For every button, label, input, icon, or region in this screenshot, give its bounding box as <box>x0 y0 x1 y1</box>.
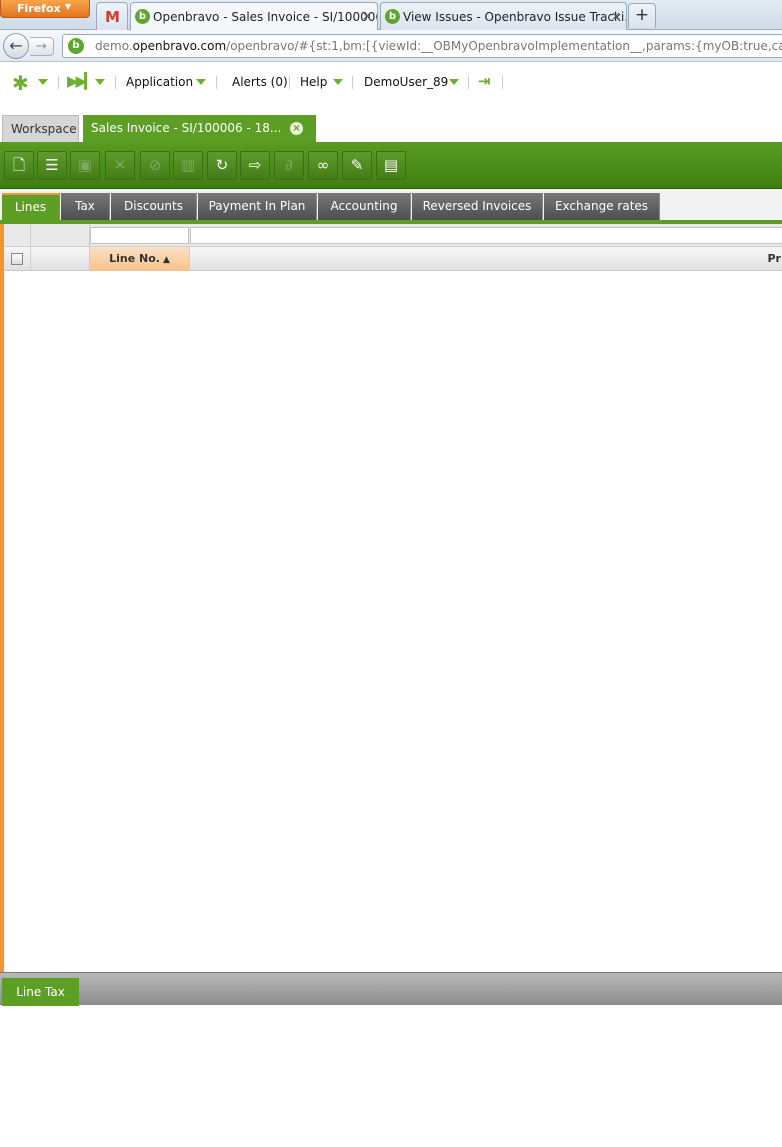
link-button[interactable]: ∞ <box>308 151 338 180</box>
url-host: openbravo.com <box>132 39 227 53</box>
tab-tax[interactable]: Tax <box>61 193 110 220</box>
browser-nav-bar: ← → b demo.openbravo.com/openbravo/#{st:… <box>0 30 782 62</box>
site-identity-icon[interactable]: b <box>68 38 84 54</box>
chevron-down-icon: ▼ <box>65 2 72 11</box>
grid-filter-row <box>4 224 782 247</box>
audit-trail-icon: ✎ <box>350 156 364 174</box>
cancel-icon: ✕ <box>113 156 127 174</box>
tab-payment-in-plan[interactable]: Payment In Plan <box>198 193 317 220</box>
browser-tab-title: Openbravo - Sales Invoice - SI/100006... <box>153 10 378 24</box>
back-button[interactable]: ← <box>3 33 29 59</box>
tab-line-tax[interactable]: Line Tax <box>2 978 79 1006</box>
chevron-down-icon[interactable] <box>333 79 343 85</box>
separator <box>216 76 217 89</box>
logout-icon[interactable]: ⇥ <box>478 72 491 90</box>
chevron-down-icon[interactable] <box>95 79 105 85</box>
save-close-button[interactable]: ✕ <box>105 151 135 180</box>
undo-icon: ⊘ <box>148 156 162 174</box>
separator <box>352 76 353 89</box>
firefox-menu-button[interactable]: Firefox ▼ <box>0 0 90 18</box>
product-header-label: Pr <box>767 252 782 265</box>
save-button[interactable]: ▣ <box>70 151 100 180</box>
separator <box>502 76 503 89</box>
workspace-tab-bar: Workspace Sales Invoice - SI/100006 - 18… <box>0 104 782 142</box>
separator <box>289 76 290 89</box>
tab-lines[interactable]: Lines <box>2 193 60 220</box>
tab-discounts[interactable]: Discounts <box>111 193 197 220</box>
openbravo-nav-bar: ✱ ▶▶▎ Application Alerts (0) Help DemoUs… <box>0 62 782 104</box>
separator <box>115 76 116 89</box>
firefox-menu-label: Firefox <box>17 2 61 15</box>
new-document-button[interactable]: 🗋 <box>4 151 34 180</box>
new-row-icon: ☰ <box>45 156 59 174</box>
new-document-icon: 🗋 <box>12 156 26 174</box>
product-filter-input[interactable] <box>190 227 782 244</box>
tab-reversed-invoices[interactable]: Reversed Invoices <box>412 193 543 220</box>
link-icon: ∞ <box>316 156 330 174</box>
alerts-link[interactable]: Alerts (0) <box>232 75 288 89</box>
url-path: /openbravo/#{st:1,bm:[{viewId:__OBMyOpen… <box>226 39 782 53</box>
lines-grid: Line No. ▲ Pr <box>0 224 782 972</box>
delete-button[interactable]: ▥ <box>173 151 203 180</box>
tab-workspace[interactable]: Workspace <box>2 115 79 142</box>
child-tab-bar: Lines Tax Discounts Payment In Plan Acco… <box>0 189 782 224</box>
chevron-down-icon[interactable] <box>449 79 459 85</box>
separator <box>58 76 59 89</box>
chevron-down-icon[interactable] <box>38 79 48 85</box>
line-no-header-label: Line No. <box>109 252 160 265</box>
new-row-button[interactable]: ☰ <box>37 151 67 180</box>
browser-tab-strip: Firefox ▼ M b Openbravo - Sales Invoice … <box>0 0 782 30</box>
help-menu[interactable]: Help <box>300 75 327 89</box>
openbravo-favicon-icon: b <box>385 9 400 24</box>
separator <box>468 76 469 89</box>
url-bar[interactable]: b demo.openbravo.com/openbravo/#{st:1,bm… <box>62 34 782 58</box>
refresh-icon: ↻ <box>215 156 229 174</box>
chevron-down-icon[interactable] <box>196 79 206 85</box>
product-column-header[interactable]: Pr <box>190 247 782 271</box>
quick-launch-icon[interactable]: ▶▶▎ <box>67 72 96 90</box>
save-icon: ▣ <box>77 156 93 174</box>
gmail-icon: M <box>105 8 120 26</box>
tab-exchange-rates[interactable]: Exchange rates <box>544 193 660 220</box>
sort-ascending-icon: ▲ <box>162 255 170 265</box>
export-icon: ⇨ <box>248 156 262 174</box>
select-all-cell <box>4 247 31 271</box>
window-toolbar: 🗋 ☰ ▣ ✕ ⊘ ▥ ↻ ⇨ ∂ ∞ ✎ ▤ <box>0 142 782 189</box>
browser-tab-view-issues[interactable]: b View Issues - Openbravo Issue Tracki..… <box>380 2 627 30</box>
close-tab-icon[interactable]: × <box>611 9 621 23</box>
grid-header-row: Line No. ▲ Pr <box>4 247 782 271</box>
user-profile-menu[interactable]: DemoUser_89 <box>364 75 448 89</box>
select-all-checkbox[interactable] <box>11 253 23 265</box>
filter-cell-actions <box>31 224 90 247</box>
new-tab-button[interactable]: + <box>628 3 656 28</box>
refresh-button[interactable]: ↻ <box>207 151 237 180</box>
audit-button[interactable]: ✎ <box>342 151 372 180</box>
undo-button[interactable]: ⊘ <box>140 151 170 180</box>
browser-tab-title: View Issues - Openbravo Issue Tracki... <box>403 10 627 24</box>
application-menu[interactable]: Application <box>126 75 193 89</box>
actions-header <box>31 247 90 271</box>
url-prefix: demo. <box>95 39 133 53</box>
filter-cell-select <box>4 224 31 247</box>
form-view-icon: ▤ <box>383 156 399 174</box>
trash-icon: ▥ <box>180 156 196 174</box>
export-button[interactable]: ⇨ <box>240 151 270 180</box>
subtab-bar: Line Tax <box>0 972 782 1006</box>
line-no-column-header[interactable]: Line No. ▲ <box>90 247 190 271</box>
openbravo-favicon-icon: b <box>135 9 150 24</box>
grid-toggle-button[interactable]: ▤ <box>376 151 406 180</box>
browser-tab-gmail[interactable]: M <box>96 2 128 30</box>
quick-create-icon[interactable]: ✱ <box>12 71 29 95</box>
browser-tab-openbravo-sales-invoice[interactable]: b Openbravo - Sales Invoice - SI/100006.… <box>130 2 378 30</box>
tab-sales-invoice-label: Sales Invoice - SI/100006 - 18... <box>91 121 282 135</box>
close-tab-icon[interactable]: × <box>362 9 372 23</box>
attachment-button[interactable]: ∂ <box>274 151 304 180</box>
forward-button[interactable]: → <box>30 37 54 56</box>
tab-accounting[interactable]: Accounting <box>318 193 411 220</box>
attachment-icon: ∂ <box>285 156 293 174</box>
line-no-filter-input[interactable] <box>90 227 189 244</box>
close-icon[interactable]: × <box>290 122 303 135</box>
tab-sales-invoice[interactable]: Sales Invoice - SI/100006 - 18... × <box>83 115 316 142</box>
